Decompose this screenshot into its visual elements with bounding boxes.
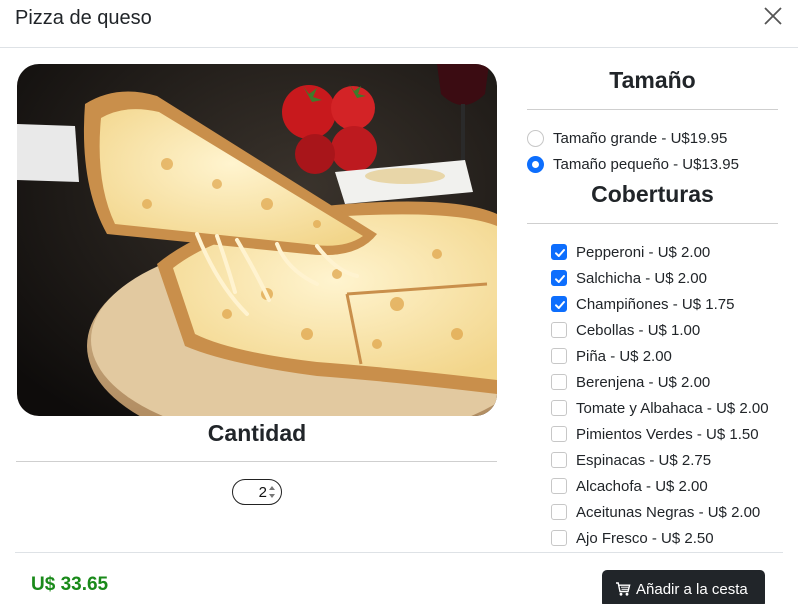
topping-option[interactable]: Pepperoni - U$ 2.00 xyxy=(551,241,710,263)
topping-label: Aceitunas Negras - U$ 2.00 xyxy=(576,503,761,521)
checkbox[interactable] xyxy=(551,478,567,494)
checkbox[interactable] xyxy=(551,348,567,364)
radio-button[interactable] xyxy=(527,129,544,147)
add-to-basket-label: Añadir a la cesta xyxy=(636,580,748,598)
size-option-label: Tamaño grande - U$19.95 xyxy=(553,129,728,147)
checkbox[interactable] xyxy=(551,504,567,520)
toppings-divider xyxy=(527,223,778,224)
topping-option[interactable]: Ajo Fresco - U$ 2.50 xyxy=(551,527,714,549)
topping-label: Cebollas - U$ 1.00 xyxy=(576,321,701,339)
quantity-divider xyxy=(16,461,497,462)
quantity-heading: Cantidad xyxy=(207,420,307,446)
topping-label: Pepperoni - U$ 2.00 xyxy=(576,243,711,261)
topping-option[interactable]: Aceitunas Negras - U$ 2.00 xyxy=(551,501,760,523)
footer-divider xyxy=(15,552,783,553)
checkbox-checked[interactable] xyxy=(551,270,567,286)
topping-option[interactable]: Tomate y Albahaca - U$ 2.00 xyxy=(551,397,769,419)
toppings-heading: Coberturas xyxy=(591,181,714,207)
checkmark-icon xyxy=(555,275,565,283)
size-divider xyxy=(527,109,778,110)
add-to-basket-button[interactable]: Añadir a la cesta xyxy=(602,570,765,604)
order-total: U$ 33.65 xyxy=(31,574,109,595)
topping-label: Alcachofa - U$ 2.00 xyxy=(576,477,708,495)
checkbox-checked[interactable] xyxy=(551,244,567,260)
modal-header: Pizza de queso xyxy=(0,0,798,48)
topping-label: Ajo Fresco - U$ 2.50 xyxy=(576,529,714,547)
close-icon xyxy=(764,7,782,25)
pizza-image xyxy=(17,64,497,416)
topping-label: Champiñones - U$ 1.75 xyxy=(576,295,735,313)
spinner-arrows-icon[interactable] xyxy=(267,482,277,502)
radio-button-selected[interactable] xyxy=(527,155,544,173)
quantity-input[interactable] xyxy=(241,483,267,501)
size-option-label: Tamaño pequeño - U$13.95 xyxy=(553,155,739,173)
topping-label: Tomate y Albahaca - U$ 2.00 xyxy=(576,399,769,417)
cart-icon xyxy=(616,582,631,596)
topping-option[interactable]: Alcachofa - U$ 2.00 xyxy=(551,475,708,497)
size-heading: Tamaño xyxy=(609,67,696,93)
modal-title: Pizza de queso xyxy=(15,7,152,29)
topping-option[interactable]: Piña - U$ 2.00 xyxy=(551,345,672,367)
checkbox[interactable] xyxy=(551,374,567,390)
size-option-small[interactable]: Tamaño pequeño - U$13.95 xyxy=(527,153,739,175)
checkbox[interactable] xyxy=(551,530,567,546)
checkbox[interactable] xyxy=(551,426,567,442)
checkmark-icon xyxy=(555,301,565,309)
checkbox-checked[interactable] xyxy=(551,296,567,312)
topping-option[interactable]: Pimientos Verdes - U$ 1.50 xyxy=(551,423,759,445)
topping-option[interactable]: Espinacas - U$ 2.75 xyxy=(551,449,711,471)
topping-label: Pimientos Verdes - U$ 1.50 xyxy=(576,425,759,443)
topping-option[interactable]: Cebollas - U$ 1.00 xyxy=(551,319,700,341)
topping-label: Espinacas - U$ 2.75 xyxy=(576,451,712,469)
topping-option[interactable]: Berenjena - U$ 2.00 xyxy=(551,371,710,393)
quantity-stepper[interactable] xyxy=(232,479,282,505)
topping-label: Salchicha - U$ 2.00 xyxy=(576,269,707,287)
topping-label: Piña - U$ 2.00 xyxy=(576,347,672,365)
close-button[interactable] xyxy=(760,5,786,29)
checkbox[interactable] xyxy=(551,400,567,416)
topping-option[interactable]: Champiñones - U$ 1.75 xyxy=(551,293,734,315)
checkbox[interactable] xyxy=(551,452,567,468)
checkbox[interactable] xyxy=(551,322,567,338)
topping-option[interactable]: Salchicha - U$ 2.00 xyxy=(551,267,707,289)
checkmark-icon xyxy=(555,249,565,257)
topping-label: Berenjena - U$ 2.00 xyxy=(576,373,711,391)
size-option-large[interactable]: Tamaño grande - U$19.95 xyxy=(527,127,727,149)
